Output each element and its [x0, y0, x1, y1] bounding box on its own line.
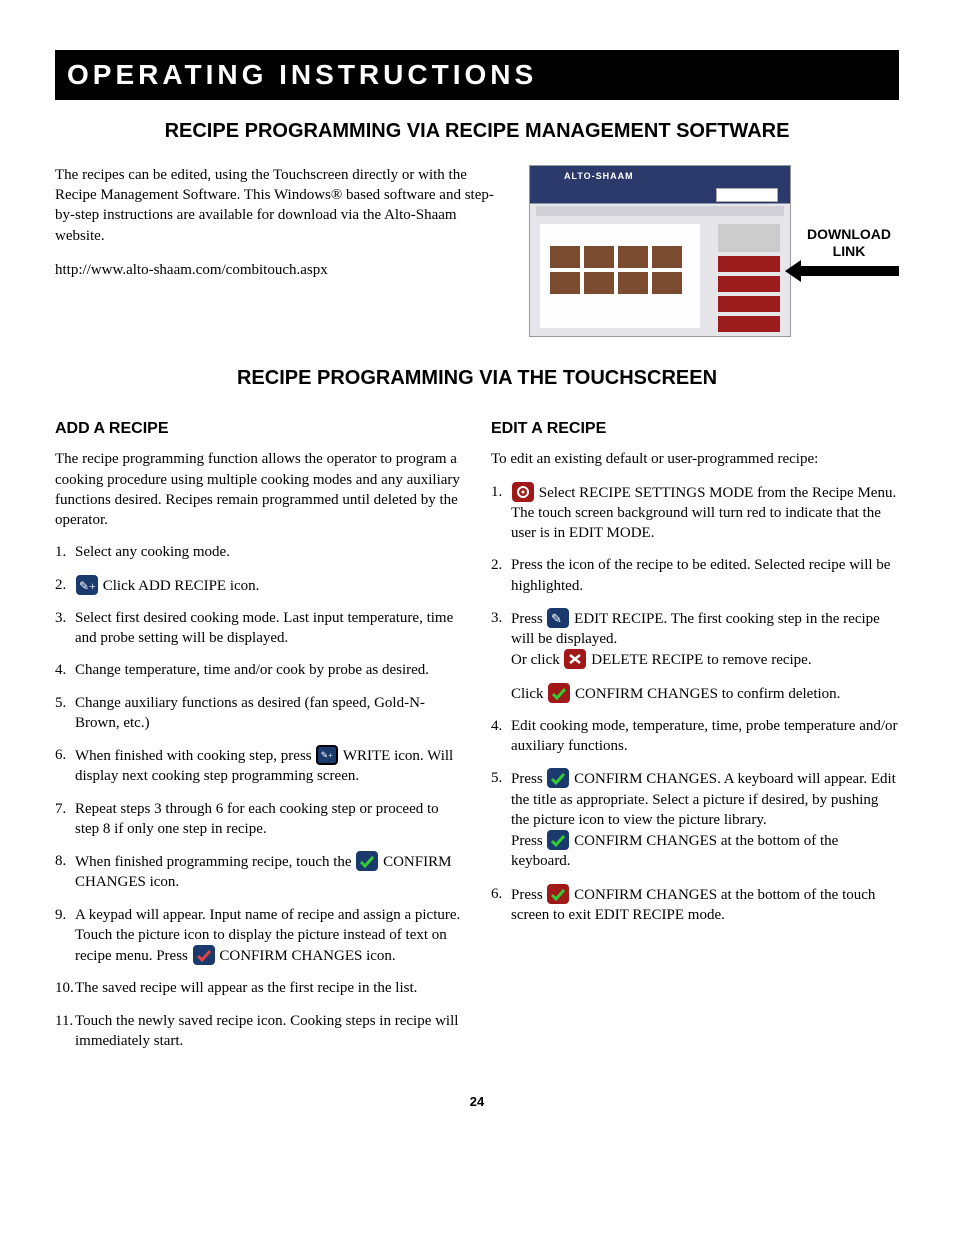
- edit-recipe-icon: ✎: [547, 608, 569, 628]
- add-step-8: When finished programming recipe, touch …: [55, 851, 463, 893]
- add-step-2-text: Click ADD RECIPE icon.: [99, 578, 259, 594]
- svg-text:✎: ✎: [551, 611, 562, 626]
- add-recipe-heading: ADD A RECIPE: [55, 418, 463, 440]
- add-recipe-intro: The recipe programming function allows t…: [55, 449, 463, 530]
- confirm-changes-icon: [193, 945, 215, 965]
- confirm-changes-icon: [547, 830, 569, 850]
- edit-step-1-text: Select RECIPE SETTINGS MODE from the Rec…: [511, 485, 896, 542]
- website-screenshot: [529, 165, 791, 337]
- edit-step-5-press: Press CONFIRM CHANGES at the bottom of t…: [511, 830, 899, 872]
- edit-step-3-or: Or click DELETE RECIPE to remove recipe.: [511, 649, 899, 670]
- add-step-2: ✎+ Click ADD RECIPE icon.: [55, 575, 463, 596]
- intro-url: http://www.alto-shaam.com/combitouch.asp…: [55, 260, 509, 280]
- add-step-9-after: CONFIRM CHANGES icon.: [216, 948, 396, 964]
- edit-step-6-before: Press: [511, 887, 546, 903]
- add-step-10: The saved recipe will appear as the firs…: [55, 978, 463, 998]
- add-recipe-steps: Select any cooking mode. ✎+ Click ADD RE…: [55, 542, 463, 1051]
- intro-paragraph: The recipes can be edited, using the Tou…: [55, 165, 509, 246]
- add-step-3: Select first desired cooking mode. Last …: [55, 608, 463, 649]
- recipe-settings-icon: [512, 482, 534, 502]
- add-recipe-icon: ✎+: [76, 575, 98, 595]
- edit-recipe-steps: Select RECIPE SETTINGS MODE from the Rec…: [491, 482, 899, 926]
- edit-step-6: Press CONFIRM CHANGES at the bottom of t…: [491, 884, 899, 926]
- edit-recipe-column: EDIT A RECIPE To edit an existing defaul…: [491, 412, 899, 1063]
- download-arrow-icon: [799, 266, 899, 276]
- edit-recipe-heading: EDIT A RECIPE: [491, 418, 899, 440]
- intro-text-block: The recipes can be edited, using the Tou…: [55, 165, 509, 294]
- two-column-layout: ADD A RECIPE The recipe programming func…: [55, 412, 899, 1063]
- confirm-changes-icon: [547, 768, 569, 788]
- edit-step-3-click: Click CONFIRM CHANGES to confirm deletio…: [511, 683, 899, 704]
- add-step-7: Repeat steps 3 through 6 for each cookin…: [55, 799, 463, 840]
- edit-step-3-or-before: Or click: [511, 652, 563, 668]
- edit-step-3-or-after: DELETE RECIPE to remove recipe.: [587, 652, 811, 668]
- edit-step-5-press-before: Press: [511, 833, 546, 849]
- intro-row: The recipes can be edited, using the Tou…: [55, 165, 899, 337]
- download-label-line1: DOWNLOAD: [807, 226, 891, 242]
- edit-step-3-before: Press: [511, 611, 546, 627]
- svg-text:✎+: ✎+: [79, 579, 96, 593]
- page-number: 24: [55, 1093, 899, 1111]
- section-title-touchscreen: RECIPE PROGRAMMING VIA THE TOUCHSCREEN: [55, 365, 899, 392]
- edit-step-2: Press the icon of the recipe to be edite…: [491, 555, 899, 596]
- edit-step-1: Select RECIPE SETTINGS MODE from the Rec…: [491, 482, 899, 544]
- add-step-6-before: When finished with cooking step, press: [75, 748, 315, 764]
- page-banner: OPERATING INSTRUCTIONS: [55, 50, 899, 100]
- edit-step-3-click-after: CONFIRM CHANGES to confirm deletion.: [571, 686, 840, 702]
- add-step-4: Change temperature, time and/or cook by …: [55, 660, 463, 680]
- add-step-5: Change auxiliary functions as desired (f…: [55, 693, 463, 734]
- download-label-line2: LINK: [833, 243, 866, 259]
- add-step-6: When finished with cooking step, press ✎…: [55, 745, 463, 787]
- confirm-changes-icon: [356, 851, 378, 871]
- delete-recipe-icon: [564, 649, 586, 669]
- add-recipe-column: ADD A RECIPE The recipe programming func…: [55, 412, 463, 1063]
- svg-text:✎+: ✎+: [321, 750, 333, 760]
- confirm-changes-icon: [547, 884, 569, 904]
- edit-recipe-intro: To edit an existing default or user-prog…: [491, 449, 899, 469]
- confirm-changes-icon: [548, 683, 570, 703]
- screenshot-wrap: DOWNLOAD LINK: [529, 165, 899, 337]
- add-step-1: Select any cooking mode.: [55, 542, 463, 562]
- add-step-8-before: When finished programming recipe, touch …: [75, 854, 355, 870]
- edit-step-3: Press ✎ EDIT RECIPE. The first cooking s…: [491, 608, 899, 704]
- write-icon: ✎+: [316, 745, 338, 765]
- edit-step-5: Press CONFIRM CHANGES. A keyboard will a…: [491, 768, 899, 871]
- section-title-software: RECIPE PROGRAMMING VIA RECIPE MANAGEMENT…: [55, 118, 899, 145]
- add-step-9: A keypad will appear. Input name of reci…: [55, 905, 463, 967]
- edit-step-4: Edit cooking mode, temperature, time, pr…: [491, 716, 899, 757]
- add-step-11: Touch the newly saved recipe icon. Cooki…: [55, 1011, 463, 1052]
- edit-step-5-before: Press: [511, 771, 546, 787]
- download-link-label: DOWNLOAD LINK: [799, 226, 899, 276]
- edit-step-3-click-before: Click: [511, 686, 547, 702]
